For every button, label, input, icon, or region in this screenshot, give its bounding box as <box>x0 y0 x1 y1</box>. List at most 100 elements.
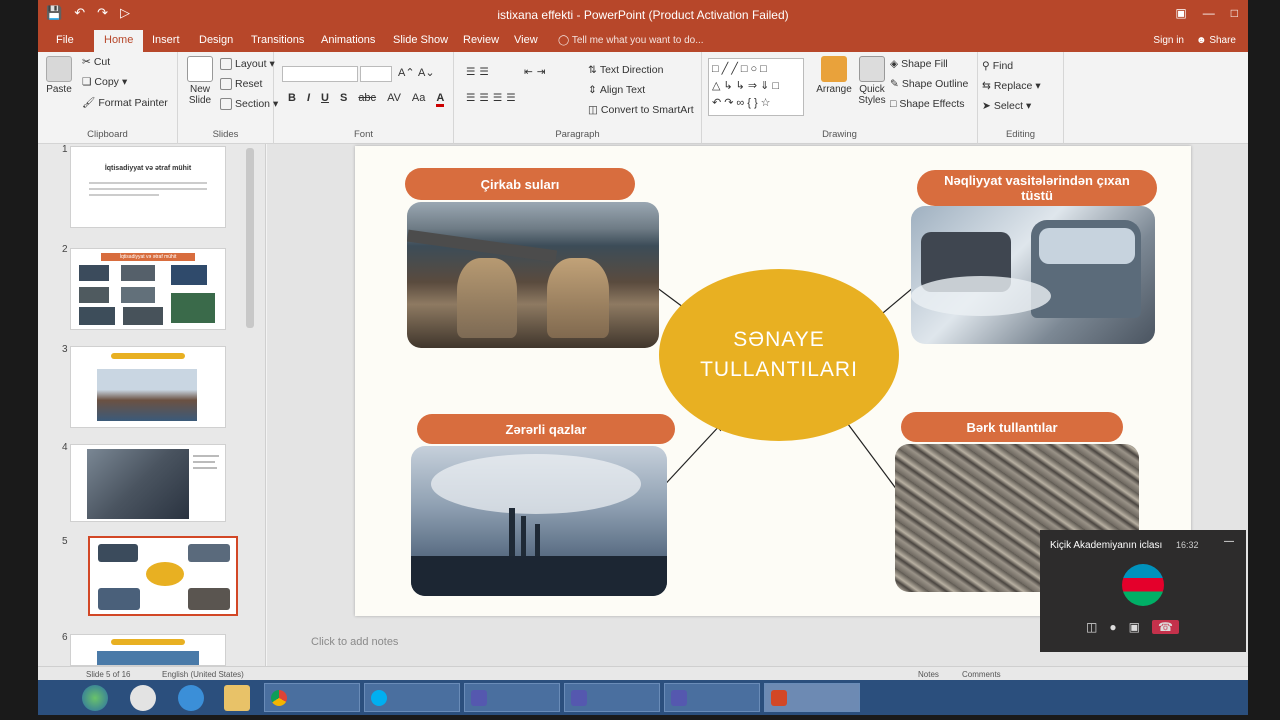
share-button[interactable]: ☻ Share <box>1196 35 1236 46</box>
reset-button[interactable]: Reset <box>220 78 262 90</box>
layout-button[interactable]: Layout ▾ <box>220 58 275 70</box>
taskbar-teams-2[interactable] <box>564 683 660 712</box>
tab-file[interactable]: File <box>56 34 74 46</box>
shape-effects-label: Shape Effects <box>899 98 965 110</box>
microphone-icon[interactable]: ● <box>1109 620 1116 634</box>
taskbar-teams-3[interactable] <box>664 683 760 712</box>
select-button[interactable]: ➤ Select ▾ <box>982 100 1031 112</box>
thumbnail-slide-1[interactable]: İqtisadiyyat və ətraf mühit <box>70 146 226 228</box>
thumbnail-slide-4[interactable] <box>70 444 226 522</box>
font-name-combo[interactable] <box>282 66 358 82</box>
shapes-gallery[interactable]: □╱╱□○□ △↳↳⇒⇓□ ↶↷∞{}☆ <box>708 58 804 116</box>
share-screen-icon[interactable]: ▣ <box>1129 620 1140 634</box>
taskbar-chrome[interactable] <box>264 683 360 712</box>
quick-styles-button[interactable]: Quick Styles <box>856 56 888 106</box>
thumbnail-slide-6[interactable] <box>70 634 226 666</box>
cut-label: Cut <box>93 56 111 68</box>
ribbon-options-icon[interactable]: ▣ <box>1175 6 1186 20</box>
camera-icon[interactable]: ◫ <box>1086 620 1097 634</box>
call-controls: ◫ ● ▣ ☎ <box>1086 620 1179 634</box>
tab-slide-show[interactable]: Slide Show <box>393 34 448 46</box>
label-bottom-right[interactable]: Bərk tullantılar <box>901 412 1123 442</box>
tab-animations[interactable]: Animations <box>321 34 375 46</box>
ribbon-home: Paste ✂ Cut ❏ Copy ▾ 🖌 Format Painter Clipb… <box>38 52 1248 144</box>
notes-placeholder[interactable]: Click to add notes <box>311 636 398 648</box>
photo-sewage[interactable] <box>407 202 659 348</box>
media-player-icon[interactable] <box>130 685 156 711</box>
center-ellipse[interactable]: SƏNAYE TULLANTILARI <box>659 269 899 441</box>
taskbar-powerpoint[interactable] <box>764 683 860 712</box>
label-top-right[interactable]: Nəqliyyat vasitələrindən çıxan tüstü <box>917 170 1157 206</box>
language-indicator[interactable]: English (United States) <box>162 670 244 679</box>
bold-button[interactable]: B <box>288 92 296 107</box>
tab-transitions[interactable]: Transitions <box>251 34 304 46</box>
start-button-icon[interactable] <box>82 685 108 711</box>
new-slide-button[interactable]: New Slide <box>182 56 218 106</box>
format-painter-button[interactable]: 🖌 Format Painter <box>82 96 168 110</box>
notes-toggle[interactable]: Notes <box>918 670 939 679</box>
shape-effects-button[interactable]: □ Shape Effects <box>890 98 965 110</box>
file-explorer-icon[interactable] <box>224 685 250 711</box>
strikethrough-button[interactable]: abc <box>358 92 376 107</box>
tab-view[interactable]: View <box>514 34 538 46</box>
photo-traffic-smoke[interactable] <box>911 206 1155 344</box>
tab-insert[interactable]: Insert <box>152 34 180 46</box>
text-direction-label: Text Direction <box>599 64 664 76</box>
bullets-icon[interactable]: ☰☰ <box>466 66 493 78</box>
arrange-button[interactable]: Arrange <box>814 56 854 95</box>
smartart-button[interactable]: ◫ Convert to SmartArt <box>588 104 694 116</box>
thumbnail-slide-2[interactable]: İqtisadiyyat və ətraf mühit <box>70 248 226 330</box>
paste-button[interactable]: Paste <box>46 56 72 95</box>
label-top-left[interactable]: Çirkab suları <box>405 168 635 200</box>
cut-button[interactable]: ✂ Cut <box>82 56 110 68</box>
photo-factory-smoke[interactable] <box>411 446 667 596</box>
font-size-combo[interactable] <box>360 66 392 82</box>
align-text-button[interactable]: ⇕ Align Text <box>588 84 645 96</box>
thumbnail-scrollbar[interactable] <box>246 148 254 328</box>
change-case-button[interactable]: Aa <box>412 92 425 107</box>
taskbar-skype[interactable] <box>364 683 460 712</box>
section-button[interactable]: Section ▾ <box>220 98 278 110</box>
shadow-button[interactable]: S <box>340 92 347 107</box>
shrink-font-icon[interactable]: A⌄ <box>418 66 435 79</box>
screen: 💾 ↶ ↷ ▷ istixana effekti - PowerPoint (P… <box>38 0 1248 715</box>
text-direction-button[interactable]: ⇅ Text Direction <box>588 64 663 76</box>
indent-icon[interactable]: ⇤⇥ <box>524 66 550 78</box>
font-format-row: B I U S abc AV Aa A <box>288 92 445 107</box>
align-icons[interactable]: ☰☰☰☰ <box>466 92 520 104</box>
copy-button[interactable]: ❏ Copy ▾ <box>82 76 127 88</box>
smartart-label: Convert to SmartArt <box>600 104 694 116</box>
replace-button[interactable]: ⇆ Replace ▾ <box>982 80 1041 92</box>
grow-font-icon[interactable]: A⌃ <box>398 66 415 79</box>
char-spacing-button[interactable]: AV <box>387 92 401 107</box>
ribbon-tabs: File Home Insert Design Transitions Anim… <box>38 30 1248 52</box>
tab-review[interactable]: Review <box>463 34 499 46</box>
comments-toggle[interactable]: Comments <box>962 670 1001 679</box>
minimize-popup-icon[interactable]: — <box>1224 536 1234 547</box>
new-slide-icon <box>187 56 213 82</box>
effects-icon: □ <box>890 98 897 110</box>
tell-me-text: Tell me what you want to do... <box>571 35 704 46</box>
italic-button[interactable]: I <box>307 92 310 107</box>
teams-call-popup[interactable]: Kiçik Akademiyanın iclası 16:32 — ◫ ● ▣ … <box>1040 530 1246 652</box>
thumbnail-slide-5[interactable] <box>88 536 238 616</box>
thumbnail-slide-3[interactable] <box>70 346 226 428</box>
font-group-label: Font <box>353 129 373 140</box>
hang-up-icon[interactable]: ☎ <box>1151 620 1179 634</box>
sign-in-link[interactable]: Sign in <box>1153 35 1184 46</box>
tell-me-search[interactable]: ◯ Tell me what you want to do... <box>558 35 704 46</box>
internet-explorer-icon[interactable] <box>178 685 204 711</box>
shape-fill-button[interactable]: ◈ Shape Fill <box>890 58 948 70</box>
underline-button[interactable]: U <box>321 92 329 107</box>
maximize-icon[interactable]: □ <box>1231 6 1238 20</box>
taskbar-teams-1[interactable] <box>464 683 560 712</box>
shape-outline-button[interactable]: ✎ Shape Outline <box>890 78 968 90</box>
find-button[interactable]: ⚲ Find <box>982 60 1013 72</box>
center-title-line2: TULLANTILARI <box>700 358 858 381</box>
font-color-button[interactable]: A <box>436 92 445 107</box>
tab-design[interactable]: Design <box>199 34 233 46</box>
label-bottom-left[interactable]: Zərərli qazlar <box>417 414 675 444</box>
thumb-number: 3 <box>62 344 68 355</box>
tab-home[interactable]: Home <box>94 30 144 52</box>
minimize-icon[interactable]: — <box>1203 6 1215 20</box>
